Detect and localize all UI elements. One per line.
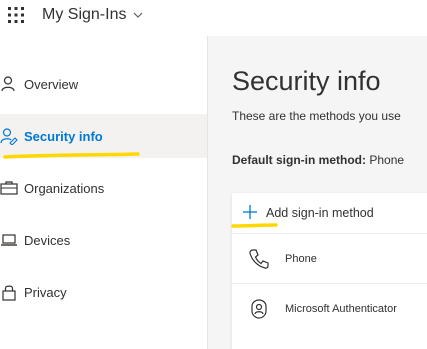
page-description: These are the methods you use xyxy=(232,109,401,123)
sidebar-item-security-info[interactable]: Security info xyxy=(0,114,207,158)
phone-icon xyxy=(249,249,269,269)
default-sign-in-method: Default sign-in method: Phone xyxy=(232,153,404,167)
laptop-icon xyxy=(1,234,17,246)
sidebar-item-devices[interactable]: Devices xyxy=(0,218,207,262)
add-sign-in-method-button[interactable]: Add sign-in method xyxy=(232,193,427,233)
methods-card: Add sign-in method Phone Microsoft Authe… xyxy=(232,193,427,349)
method-row-phone: Phone xyxy=(232,233,427,284)
chevron-down-icon xyxy=(134,12,143,18)
sidebar: Overview Security info Organizations Dev… xyxy=(0,36,208,349)
sidebar-item-organizations[interactable]: Organizations xyxy=(0,166,207,210)
lock-icon xyxy=(2,285,16,301)
sidebar-item-label: Organizations xyxy=(24,180,105,196)
app-title-dropdown[interactable]: My Sign-Ins xyxy=(42,6,144,24)
main-content: Security info These are the methods you … xyxy=(208,36,427,349)
top-bar: My Sign-Ins xyxy=(0,0,427,36)
sidebar-item-label: Overview xyxy=(24,76,79,92)
default-method-value: Phone xyxy=(369,153,405,167)
method-row-authenticator: Microsoft Authenticator xyxy=(232,283,427,334)
waffle-icon[interactable] xyxy=(7,6,25,24)
authenticator-icon xyxy=(251,299,267,319)
method-label: Phone xyxy=(285,253,317,265)
briefcase-icon xyxy=(0,181,18,195)
method-label: Microsoft Authenticator xyxy=(285,303,397,315)
add-method-label: Add sign-in method xyxy=(266,206,374,220)
sidebar-item-label: Security info xyxy=(24,128,103,144)
security-info-icon xyxy=(0,128,18,145)
sidebar-item-label: Devices xyxy=(24,232,71,248)
sidebar-item-label: Privacy xyxy=(24,284,67,300)
app-title: My Sign-Ins xyxy=(42,6,127,23)
person-icon xyxy=(1,76,15,92)
plus-icon xyxy=(243,205,257,219)
page-title: Security info xyxy=(232,66,381,96)
default-method-label: Default sign-in method: xyxy=(232,153,366,167)
sidebar-item-overview[interactable]: Overview xyxy=(0,62,207,106)
sidebar-item-privacy[interactable]: Privacy xyxy=(0,270,207,314)
